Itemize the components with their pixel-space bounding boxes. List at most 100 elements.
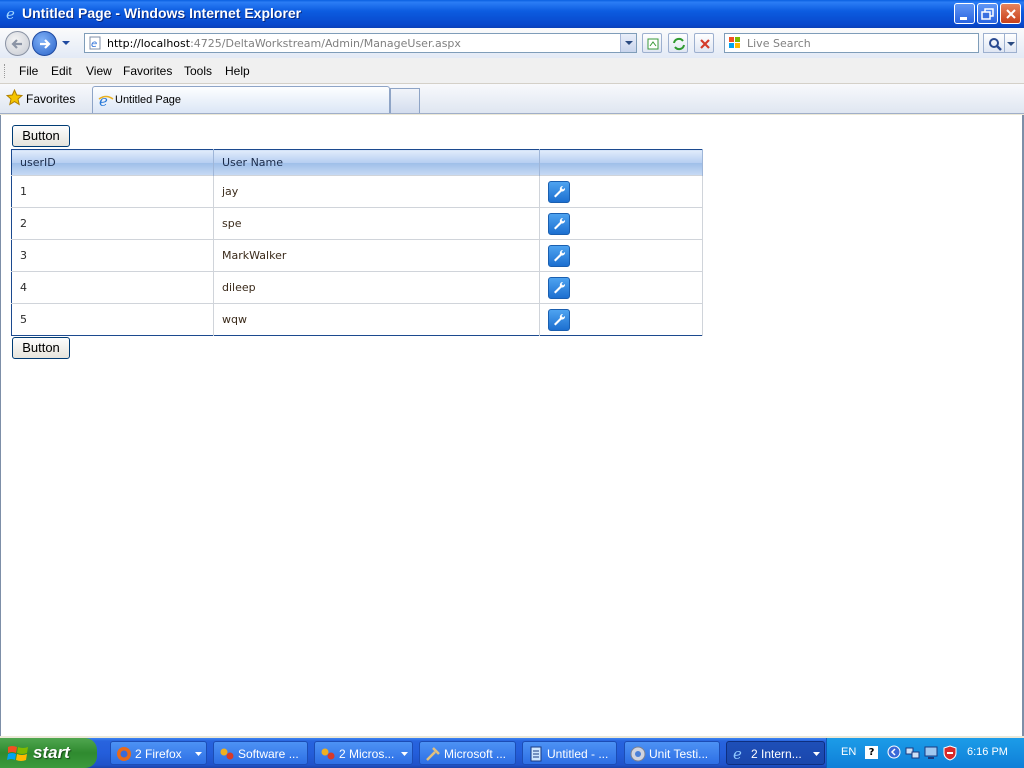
restore-button[interactable] (977, 3, 998, 24)
svg-text:e: e (733, 746, 742, 762)
windows-logo-icon (7, 746, 28, 761)
edit-button[interactable] (548, 244, 570, 267)
ie-icon: e (98, 93, 114, 109)
edit-button[interactable] (548, 308, 570, 331)
bottom-button[interactable]: Button (12, 337, 70, 359)
cell-actions (539, 303, 703, 336)
taskbar-item-unit-testing[interactable]: Unit Testi... (624, 741, 720, 765)
tab-untitled-page[interactable]: e Untitled Page (92, 86, 390, 113)
ie-icon: e (6, 5, 15, 21)
ie-icon: e (733, 746, 742, 762)
page-icon: e (89, 36, 101, 50)
address-toolbar: e http://localhost:4725/DeltaWorkstream/… (0, 28, 1024, 58)
edit-button[interactable] (548, 180, 570, 203)
table-row: 4 dileep (11, 271, 703, 304)
users-grid: userID User Name 1 jay 2 spe 3 MarkWalke… (11, 149, 703, 336)
new-tab-button[interactable] (390, 88, 420, 113)
cell-user-id: 5 (11, 303, 214, 336)
taskbar-item-label: Unit Testi... (649, 747, 709, 761)
menu-favorites[interactable]: Favorites (123, 64, 172, 78)
table-row: 2 spe (11, 207, 703, 240)
taskbar-item-notepad[interactable]: Untitled - ... (522, 741, 617, 765)
favorites-bar: Favorites e Untitled Page (0, 84, 1024, 114)
compatibility-button[interactable] (642, 33, 662, 53)
restore-icon (981, 8, 994, 20)
cell-user-id: 4 (11, 271, 214, 304)
menu-tools[interactable]: Tools (184, 64, 212, 78)
menu-file[interactable]: File (19, 64, 38, 78)
svg-text:e: e (6, 5, 15, 21)
language-indicator[interactable]: EN (841, 746, 856, 758)
tools-icon (426, 747, 440, 761)
window-titlebar: e Untitled Page - Windows Internet Explo… (0, 0, 1024, 28)
chevron-down-icon (625, 41, 633, 45)
stop-button[interactable] (694, 33, 714, 53)
start-label: start (33, 743, 70, 762)
favorites-label: Favorites (26, 92, 76, 106)
search-button[interactable] (983, 33, 1005, 53)
taskbar-item-internet-explorer[interactable]: e 2 Intern... (726, 741, 825, 765)
search-input[interactable]: Live Search (724, 33, 979, 53)
menu-bar: File Edit View Favorites Tools Help (0, 58, 1024, 84)
header-user-name[interactable]: User Name (213, 149, 540, 176)
taskbar-item-firefox[interactable]: 2 Firefox (110, 741, 207, 765)
visual-studio-icon (321, 748, 335, 760)
cell-user-name: jay (213, 175, 540, 208)
recent-pages-dropdown[interactable] (61, 38, 71, 48)
taskbar-item-microsoft-2[interactable]: 2 Micros... (314, 741, 413, 765)
back-button[interactable] (5, 31, 30, 56)
cell-actions (539, 239, 703, 272)
top-button[interactable]: Button (12, 125, 70, 147)
clock: 6:16 PM (967, 746, 1008, 758)
menu-view[interactable]: View (86, 64, 112, 78)
page-compat-icon (647, 38, 659, 50)
cell-user-name: MarkWalker (213, 239, 540, 272)
search-options-dropdown[interactable] (1005, 33, 1017, 53)
taskbar-item-label: Untitled - ... (547, 747, 609, 761)
network-icon[interactable] (905, 745, 921, 761)
stop-icon (700, 39, 710, 49)
tab-label: Untitled Page (115, 94, 182, 106)
wrench-icon (554, 249, 566, 261)
start-button[interactable]: start (0, 738, 97, 768)
star-icon (6, 89, 23, 106)
close-button[interactable] (1000, 3, 1021, 24)
security-shield-icon[interactable] (943, 745, 957, 761)
refresh-icon (673, 37, 685, 51)
cell-actions (539, 207, 703, 240)
cell-user-id: 1 (11, 175, 214, 208)
taskbar-item-software[interactable]: Software ... (213, 741, 308, 765)
cell-user-name: dileep (213, 271, 540, 304)
address-dropdown[interactable] (620, 34, 636, 52)
window-title: Untitled Page - Windows Internet Explore… (22, 5, 302, 21)
header-actions (539, 149, 703, 176)
forward-button[interactable] (32, 31, 57, 56)
search-placeholder: Live Search (747, 37, 811, 50)
help-icon[interactable]: ? (865, 746, 878, 759)
tray-expand-icon[interactable] (887, 745, 901, 759)
chevron-down-icon (1007, 42, 1015, 46)
cell-actions (539, 271, 703, 304)
edit-button[interactable] (548, 276, 570, 299)
search-icon (989, 38, 1002, 51)
header-user-id[interactable]: userID (11, 149, 214, 176)
refresh-button[interactable] (668, 33, 688, 53)
address-input[interactable]: e http://localhost:4725/DeltaWorkstream/… (84, 33, 637, 53)
wrench-icon (554, 313, 566, 325)
minimize-button[interactable] (954, 3, 975, 24)
wrench-icon (554, 281, 566, 293)
svg-text:e: e (99, 93, 108, 109)
chevron-down-icon (813, 752, 820, 756)
notepad-icon (530, 746, 542, 762)
taskbar-item-label: 2 Firefox (135, 747, 182, 761)
taskbar-item-label: Microsoft ... (444, 747, 507, 761)
windows-live-icon (729, 37, 740, 48)
menu-help[interactable]: Help (225, 64, 250, 78)
computer-icon[interactable] (923, 745, 939, 761)
taskbar-item-label: 2 Micros... (339, 747, 395, 761)
grid-header-row: userID User Name (11, 149, 703, 176)
taskbar-item-microsoft[interactable]: Microsoft ... (419, 741, 516, 765)
menu-edit[interactable]: Edit (51, 64, 72, 78)
edit-button[interactable] (548, 212, 570, 235)
cell-user-id: 2 (11, 207, 214, 240)
